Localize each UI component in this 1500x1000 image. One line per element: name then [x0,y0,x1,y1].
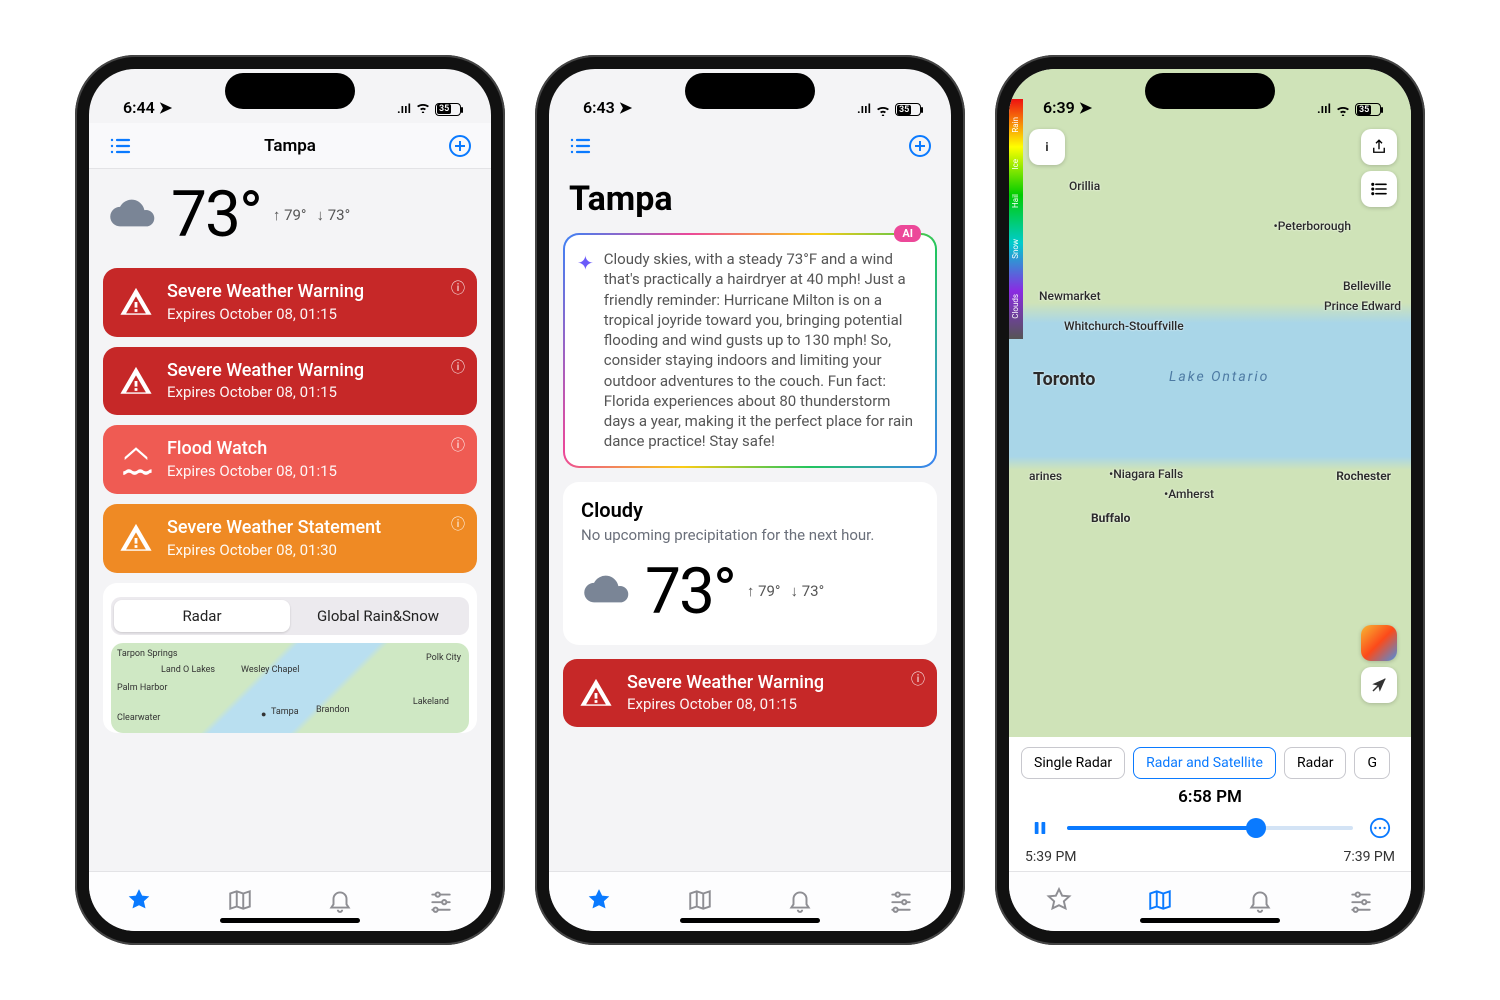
conditions-card[interactable]: Cloudy No upcoming precipitation for the… [563,482,937,645]
share-button[interactable] [1361,129,1397,165]
wifi-icon [415,101,431,117]
cloud-icon [107,197,159,233]
chip-radar-satellite[interactable]: Radar and Satellite [1133,747,1276,779]
alert-expiry: Expires October 08, 01:15 [167,305,461,323]
timeline-start: 5:39 PM [1025,849,1077,865]
dynamic-island [1145,73,1275,109]
phone-mockup-3: 6:39 ➤ .ııl 35 Rain Ice Hail Snow Clouds… [995,55,1425,945]
signal-icon: .ııl [397,102,411,117]
alert-expiry: Expires October 08, 01:15 [627,695,921,713]
segmented-control[interactable]: Radar Global Rain&Snow [111,597,469,635]
home-indicator [220,918,360,923]
add-icon[interactable] [445,131,475,161]
more-button[interactable] [1365,813,1395,843]
timeline-end: 7:39 PM [1343,849,1395,865]
list-icon[interactable] [565,131,595,161]
layer-chips: Single Radar Radar and Satellite Radar G [1009,737,1411,783]
weather-alert[interactable]: Severe Weather Warning Expires October 0… [563,659,937,728]
alert-title: Severe Weather Warning [167,282,461,303]
phone-mockup-2: 6:43 ➤ .ııl 35 Tampa AI ✦ Cloudy skies [535,55,965,945]
radar-app-icon[interactable] [1361,625,1397,661]
tab-map[interactable] [687,887,713,917]
alert-title: Severe Weather Statement [167,518,461,539]
nav-bar [549,123,951,169]
tab-settings[interactable] [1348,887,1374,917]
tab-map[interactable] [1147,887,1173,917]
dynamic-island [225,73,355,109]
info-icon[interactable]: ⓘ [911,669,925,689]
chip-more[interactable]: G [1354,747,1390,779]
tab-favorites[interactable] [1046,887,1072,917]
seg-global[interactable]: Global Rain&Snow [290,600,466,632]
phone-mockup-1: 6:44 ➤ .ııl 35 Tampa 73° ↑ 79°↓ 73° [75,55,505,945]
info-icon[interactable]: ⓘ [451,514,465,534]
weather-alert[interactable]: Flood Watch Expires October 08, 01:15 ⓘ [103,425,477,494]
timeline: 6:58 PM 5:39 PM 7:39 PM [1009,783,1411,871]
radar-map-thumbnail[interactable]: Tarpon Springs Land O Lakes Wesley Chape… [111,643,469,733]
warning-icon [579,676,613,710]
battery-icon: 35 [435,103,461,116]
info-button[interactable]: i [1029,129,1065,165]
alert-expiry: Expires October 08, 01:15 [167,383,461,401]
cloud-icon [581,573,633,609]
weather-alert[interactable]: Severe Weather Statement Expires October … [103,504,477,573]
nav-bar: Tampa [89,123,491,169]
home-indicator [680,918,820,923]
locate-button[interactable] [1361,667,1397,703]
alert-title: Severe Weather Warning [627,673,921,694]
tab-settings[interactable] [428,887,454,917]
info-icon[interactable]: ⓘ [451,357,465,377]
alert-title: Flood Watch [167,439,461,460]
chip-single-radar[interactable]: Single Radar [1021,747,1125,779]
dynamic-island [685,73,815,109]
condition-title: Cloudy [581,498,919,522]
list-icon[interactable] [105,131,135,161]
current-temp: 73° ↑ 79°↓ 73° [103,169,477,268]
info-icon[interactable]: ⓘ [451,435,465,455]
timeline-slider[interactable] [1067,826,1353,830]
map-legend: Rain Ice Hail Snow Clouds [1009,99,1023,339]
tab-favorites[interactable] [586,887,612,917]
nav-title: Tampa [89,136,491,156]
timeline-current: 6:58 PM [1025,787,1395,807]
weather-alert[interactable]: Severe Weather Warning Expires October 08… [103,268,477,337]
home-indicator [1140,918,1280,923]
layers-button[interactable] [1361,171,1397,207]
weather-alert[interactable]: Severe Weather WarningExpires October 08… [103,347,477,416]
tab-alerts[interactable] [327,887,353,917]
tab-alerts[interactable] [787,887,813,917]
add-icon[interactable] [905,131,935,161]
info-icon[interactable]: ⓘ [451,278,465,298]
seg-radar[interactable]: Radar [114,600,290,632]
pause-button[interactable] [1025,813,1055,843]
sparkle-icon: ✦ [577,251,594,452]
alert-title: Severe Weather Warning [167,361,461,382]
chip-radar[interactable]: Radar [1284,747,1347,779]
precip-text: No upcoming precipitation for the next h… [581,526,919,544]
ai-badge: AI [894,225,921,242]
tab-map[interactable] [227,887,253,917]
tab-favorites[interactable] [126,887,152,917]
alert-expiry: Expires October 08, 01:30 [167,541,461,559]
tab-settings[interactable] [888,887,914,917]
radar-map[interactable]: Rain Ice Hail Snow Clouds i Orillia •Pet… [1009,69,1411,737]
page-title: Tampa [569,179,931,219]
alert-expiry: Expires October 08, 01:15 [167,462,461,480]
ai-summary-card[interactable]: AI ✦ Cloudy skies, with a steady 73°F an… [563,233,937,468]
ai-summary-text: Cloudy skies, with a steady 73°F and a w… [604,249,919,452]
tab-alerts[interactable] [1247,887,1273,917]
